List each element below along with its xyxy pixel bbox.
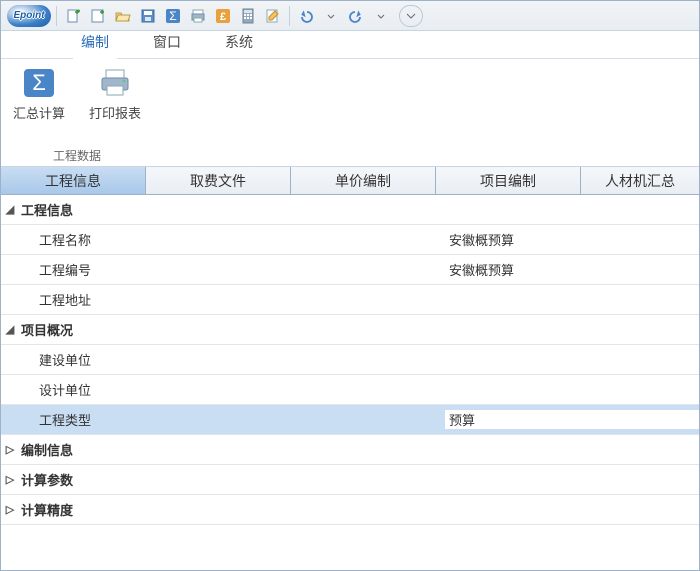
svg-text:£: £ xyxy=(220,11,226,23)
qat-calculator-icon[interactable] xyxy=(237,5,259,27)
ribbon-btn-label: 打印报表 xyxy=(89,103,141,122)
property-tree: ◢ 工程信息 工程名称 安徽概预算 工程编号 安徽概预算 工程地址 ◢ 项目概况… xyxy=(1,195,699,525)
ribbon-group-title: 工程数据 xyxy=(9,143,145,164)
qat-sigma-icon[interactable]: Σ xyxy=(162,5,184,27)
prop-key: 工程编号 xyxy=(15,260,445,279)
menu-tab-system[interactable]: 系统 xyxy=(217,28,261,58)
expand-icon[interactable]: ▷ xyxy=(3,473,17,486)
collapse-icon[interactable]: ◢ xyxy=(3,203,17,216)
subtab-fee-file[interactable]: 取费文件 xyxy=(146,167,291,194)
menu-tabs: 编制 窗口 系统 xyxy=(1,31,699,59)
prop-value[interactable]: 安徽概预算 xyxy=(445,230,699,249)
quick-access-toolbar: Epoint Σ £ xyxy=(1,1,699,31)
qat-redo-dropdown-icon[interactable] xyxy=(370,5,392,27)
subtab-project-info[interactable]: 工程信息 xyxy=(1,167,146,194)
qat-open-icon[interactable] xyxy=(112,5,134,27)
ribbon-btn-summary-calc[interactable]: Σ 汇总计算 xyxy=(9,65,69,124)
subtabs: 工程信息 取费文件 单价编制 项目编制 人材机汇总 xyxy=(1,167,699,195)
ribbon: Σ 汇总计算 打印报表 工程数据 xyxy=(1,59,699,167)
qat-undo-dropdown-icon[interactable] xyxy=(320,5,342,27)
group-label: 工程信息 xyxy=(17,200,447,219)
sigma-large-icon: Σ xyxy=(21,67,57,99)
group-label: 编制信息 xyxy=(17,440,447,459)
group-calc-precision[interactable]: ▷ 计算精度 xyxy=(1,495,699,525)
qat-overflow-icon[interactable] xyxy=(399,5,423,27)
ribbon-btn-label: 汇总计算 xyxy=(13,103,65,122)
prop-key: 工程类型 xyxy=(15,410,445,429)
expand-icon[interactable]: ▷ xyxy=(3,443,17,456)
subtab-materials[interactable]: 人材机汇总 xyxy=(581,167,699,194)
group-compile-info[interactable]: ▷ 编制信息 xyxy=(1,435,699,465)
collapse-icon[interactable]: ◢ xyxy=(3,323,17,336)
app-logo: Epoint xyxy=(7,5,51,27)
qat-new-doc-plus-icon[interactable] xyxy=(62,5,84,27)
menu-tab-window[interactable]: 窗口 xyxy=(145,28,189,58)
group-project-info[interactable]: ◢ 工程信息 xyxy=(1,195,699,225)
separator xyxy=(56,6,57,26)
subtab-unit-price[interactable]: 单价编制 xyxy=(291,167,436,194)
qat-redo-icon[interactable] xyxy=(345,5,367,27)
prop-key: 建设单位 xyxy=(15,350,445,369)
separator xyxy=(289,6,290,26)
qat-print-icon[interactable] xyxy=(187,5,209,27)
prop-project-address[interactable]: 工程地址 xyxy=(1,285,699,315)
ribbon-btn-print-report[interactable]: 打印报表 xyxy=(85,65,145,124)
subtab-item-compile[interactable]: 项目编制 xyxy=(436,167,581,194)
prop-value[interactable]: 预算 xyxy=(445,410,699,429)
ribbon-group-project-data: Σ 汇总计算 打印报表 工程数据 xyxy=(1,59,153,166)
printer-large-icon xyxy=(97,67,133,99)
prop-key: 工程名称 xyxy=(15,230,445,249)
prop-project-type[interactable]: 工程类型 预算 xyxy=(1,405,699,435)
prop-design-unit[interactable]: 设计单位 xyxy=(1,375,699,405)
qat-currency-icon[interactable]: £ xyxy=(212,5,234,27)
svg-text:Σ: Σ xyxy=(169,9,176,23)
qat-edit-icon[interactable] xyxy=(262,5,284,27)
qat-save-icon[interactable] xyxy=(137,5,159,27)
prop-key: 工程地址 xyxy=(15,290,445,309)
group-project-overview[interactable]: ◢ 项目概况 xyxy=(1,315,699,345)
group-calc-params[interactable]: ▷ 计算参数 xyxy=(1,465,699,495)
expand-icon[interactable]: ▷ xyxy=(3,503,17,516)
prop-project-name[interactable]: 工程名称 安徽概预算 xyxy=(1,225,699,255)
prop-construction-unit[interactable]: 建设单位 xyxy=(1,345,699,375)
qat-new-item-icon[interactable] xyxy=(87,5,109,27)
qat-undo-icon[interactable] xyxy=(295,5,317,27)
menu-tab-compile[interactable]: 编制 xyxy=(73,28,117,58)
group-label: 计算参数 xyxy=(17,470,447,489)
prop-key: 设计单位 xyxy=(15,380,445,399)
prop-project-code[interactable]: 工程编号 安徽概预算 xyxy=(1,255,699,285)
prop-value[interactable]: 安徽概预算 xyxy=(445,260,699,279)
group-label: 项目概况 xyxy=(17,320,447,339)
svg-text:Σ: Σ xyxy=(32,70,46,95)
group-label: 计算精度 xyxy=(17,500,447,519)
